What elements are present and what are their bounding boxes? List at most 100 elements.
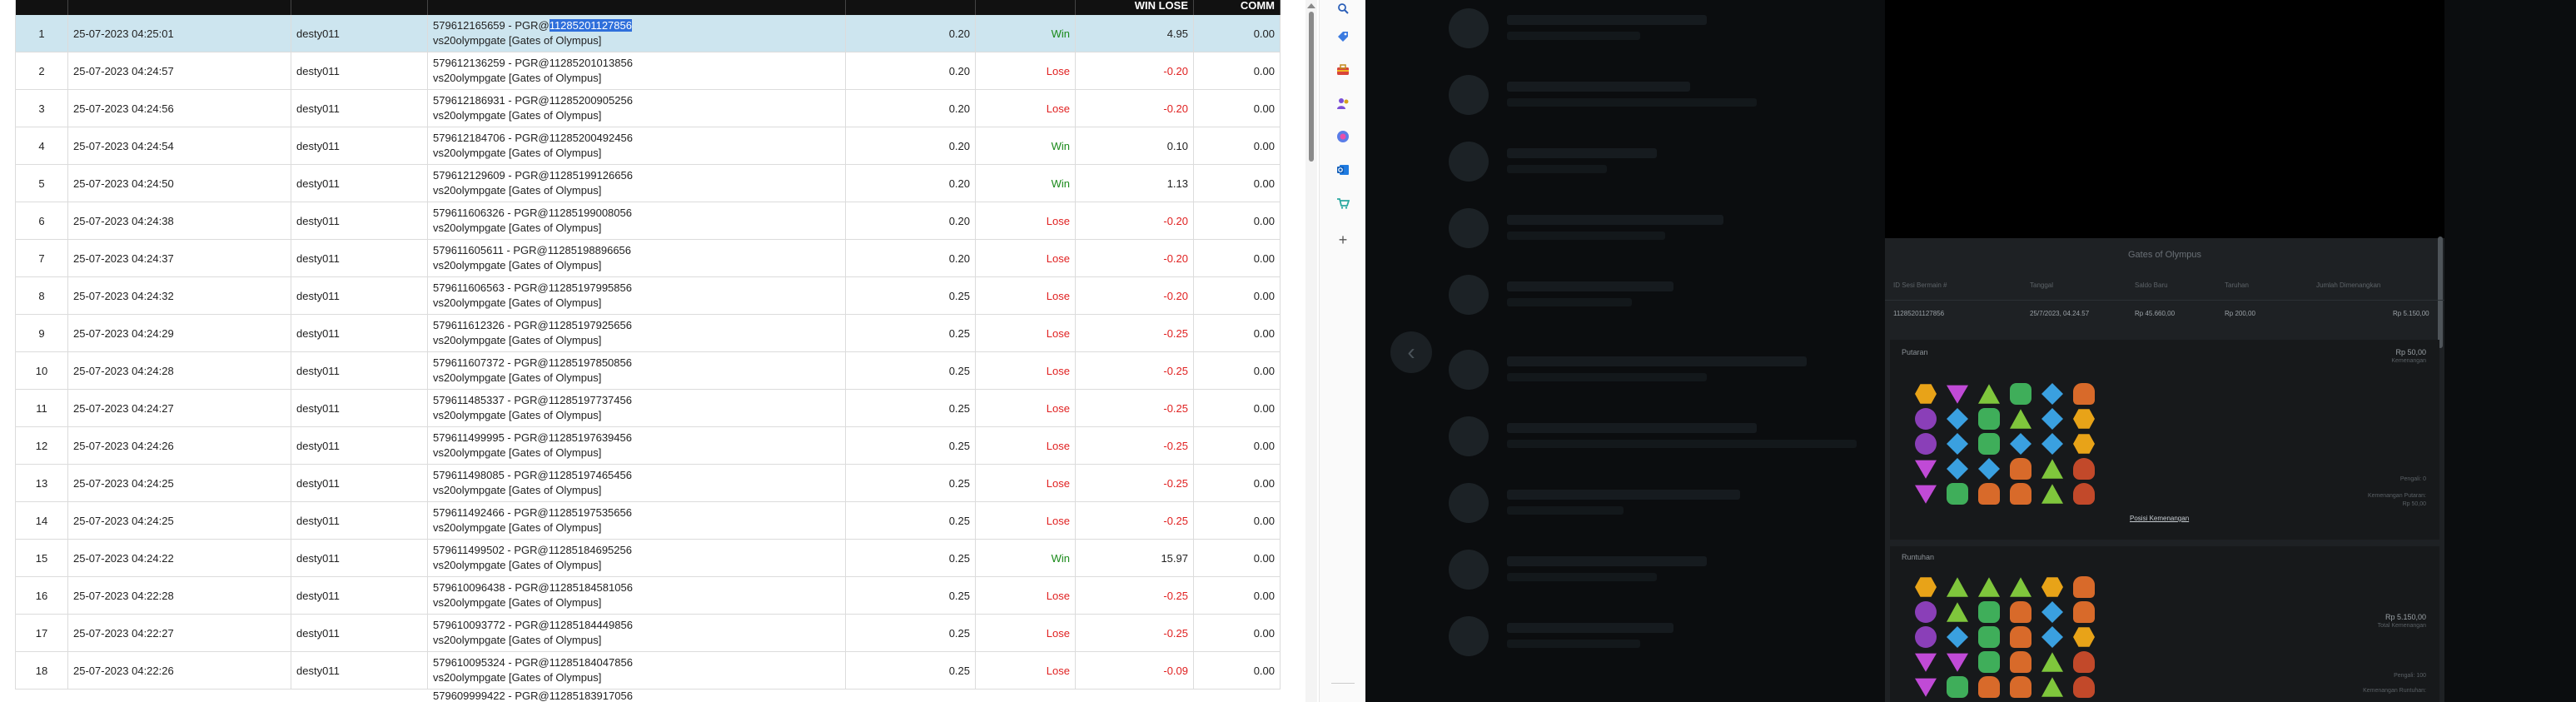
tumble-amount: Rp 5.150,00: [2385, 613, 2426, 621]
table-row[interactable]: 3 25-07-2023 04:24:56 desty011 579612186931…: [15, 90, 1281, 127]
table-row[interactable]: 1 25-07-2023 04:25:01 desty011 579612165659…: [15, 15, 1281, 52]
header-description[interactable]: [428, 0, 846, 15]
hourglass-icon: [2073, 676, 2095, 698]
cell-no: 10: [15, 352, 68, 389]
green-gem-icon: [2041, 652, 2063, 672]
table-row[interactable]: 18 25-07-2023 04:22:26 desty011 57961009532…: [15, 652, 1281, 690]
chalice-icon: [1947, 483, 1968, 505]
header-date[interactable]: [68, 0, 291, 15]
cell-description: 579612136259 - PGR@11285201013856 vs20oly…: [428, 52, 846, 89]
header-user[interactable]: [291, 0, 428, 15]
table-row[interactable]: 14 25-07-2023 04:24:25 desty011 57961149246…: [15, 502, 1281, 540]
table-row[interactable]: 12 25-07-2023 04:24:26 desty011 57961149999…: [15, 427, 1281, 465]
triangle-gem-icon: [1915, 653, 1937, 672]
toolbox-icon[interactable]: [1335, 62, 1351, 78]
copilot-icon[interactable]: [1335, 128, 1351, 145]
bet-id-prefix: 579611492466 - PGR@11285197535656: [433, 506, 632, 519]
spin-panel: Putaran Rp 50,00 Kemenangan Pengali: 0 K…: [1890, 340, 2439, 540]
plus-icon[interactable]: +: [1335, 232, 1351, 248]
cell-description: 579611499502 - PGR@11285184695256 vs20oly…: [428, 540, 846, 576]
cell-no: 4: [15, 127, 68, 164]
table-row[interactable]: 4 25-07-2023 04:24:54 desty011 579612184706…: [15, 127, 1281, 165]
table-row[interactable]: 2 25-07-2023 04:24:57 desty011 579612136259…: [15, 52, 1281, 90]
cell-result: Win: [976, 15, 1076, 52]
bet-id-prefix: 579611499502 - PGR@11285184695256: [433, 544, 632, 556]
scroll-up-arrow-icon[interactable]: [1307, 3, 1315, 8]
header-no[interactable]: [15, 0, 68, 15]
cell-win-lose: -0.20: [1076, 52, 1194, 89]
diamond-gem-icon: [1947, 458, 1968, 480]
selected-text[interactable]: 11285201127856: [549, 19, 632, 32]
cell-date: 25-07-2023 04:24:29: [68, 315, 291, 351]
table-row[interactable]: 17 25-07-2023 04:22:27 desty011 57961009377…: [15, 615, 1281, 652]
diamond-gem-icon: [2041, 433, 2063, 455]
scrollbar-thumb[interactable]: [1309, 12, 1314, 162]
table-row[interactable]: 10 25-07-2023 04:24:28 desty011 57961160737…: [15, 352, 1281, 390]
tag-icon[interactable]: [1335, 28, 1351, 45]
tumble-win-label: Kemenangan Runtuhan:: [2363, 688, 2426, 694]
bet-id-line: 579611607372 - PGR@11285197850856: [433, 356, 632, 371]
cell-result: Lose: [976, 352, 1076, 389]
table-row[interactable]: 15 25-07-2023 04:24:22 desty011 57961149950…: [15, 540, 1281, 577]
cell-bet: 0.25: [846, 352, 976, 389]
cell-comm: 0.00: [1194, 427, 1281, 464]
bet-id-prefix: 579611499995 - PGR@11285197639456: [433, 431, 632, 444]
cell-result: Lose: [976, 52, 1076, 89]
cell-result: Lose: [976, 577, 1076, 614]
table-row[interactable]: 16 25-07-2023 04:22:28 desty011 57961009643…: [15, 577, 1281, 615]
search-icon[interactable]: [1335, 0, 1351, 17]
game-name: vs20olympgate [Gates of Olympus]: [433, 521, 602, 534]
tumble-multiplier: Pengali: 100: [2394, 673, 2426, 679]
people-icon[interactable]: [1335, 95, 1351, 112]
cell-description: 579611607372 - PGR@11285197850856 vs20oly…: [428, 352, 846, 389]
carousel-prev-button[interactable]: ‹: [1390, 331, 1432, 373]
game-name: vs20olympgate [Gates of Olympus]: [433, 259, 602, 271]
cell-date: 25-07-2023 04:24:54: [68, 127, 291, 164]
cell-description: 579610095324 - PGR@11285184047856 vs20oly…: [428, 652, 846, 689]
table-row[interactable]: 11 25-07-2023 04:24:27 desty011 57961148533…: [15, 390, 1281, 427]
cell-description: 579611606326 - PGR@11285199008056 vs20oly…: [428, 202, 846, 239]
green-gem-icon: [2010, 409, 2031, 429]
table-row[interactable]: 9 25-07-2023 04:24:29 desty011 579611612326…: [15, 315, 1281, 352]
cell-win-lose: -0.25: [1076, 352, 1194, 389]
bet-id-line: 579611499995 - PGR@11285197639456: [433, 431, 632, 446]
cell-description: 579611612326 - PGR@11285197925656 vs20oly…: [428, 315, 846, 351]
diamond-gem-icon: [2041, 601, 2063, 623]
screen: WIN LOSE COMM 1 25-07-2023 04:25:01 desty0…: [0, 0, 2576, 702]
green-gem-icon: [2041, 484, 2063, 504]
header-comm[interactable]: COMM: [1194, 0, 1281, 15]
game-replay-area[interactable]: [1885, 0, 2444, 238]
game-round-detail-modal: Gates of Olympus ID Sesi Bermain # Tangg…: [1885, 0, 2444, 702]
table-row[interactable]: 8 25-07-2023 04:24:32 desty011 579611606563…: [15, 277, 1281, 315]
bet-id-line: 579612136259 - PGR@11285201013856: [433, 56, 633, 71]
cell-win-lose: -0.25: [1076, 615, 1194, 651]
cell-no: 14: [15, 502, 68, 539]
cell-description: 579612186931 - PGR@11285200905256 vs20oly…: [428, 90, 846, 127]
cell-user: desty011: [291, 15, 428, 52]
bet-id-line: 579611499502 - PGR@11285184695256: [433, 543, 632, 558]
table-row[interactable]: 13 25-07-2023 04:24:25 desty011 57961149808…: [15, 465, 1281, 502]
header-result[interactable]: [976, 0, 1076, 15]
table-row[interactable]: 5 25-07-2023 04:24:50 desty011 579612129609…: [15, 165, 1281, 202]
cell-description: 579611492466 - PGR@11285197535656 vs20oly…: [428, 502, 846, 539]
game-name: vs20olympgate [Gates of Olympus]: [433, 371, 602, 384]
table-row[interactable]: 7 25-07-2023 04:24:37 desty011 579611605611…: [15, 240, 1281, 277]
cell-win-lose: -0.25: [1076, 315, 1194, 351]
cell-comm: 0.00: [1194, 202, 1281, 239]
table-scrollbar[interactable]: [1305, 0, 1317, 702]
table-row-partial[interactable]: 579609999422 - PGR@11285183917056: [15, 690, 1281, 701]
cell-description: 579612184706 - PGR@11285200492456 vs20oly…: [428, 127, 846, 164]
green-gem-icon: [2010, 577, 2031, 597]
cell-description: 579611498085 - PGR@11285197465456 vs20oly…: [428, 465, 846, 501]
shopping-icon[interactable]: [1335, 195, 1351, 212]
winning-positions-link[interactable]: Posisi Kemenangan: [2130, 515, 2189, 522]
bet-id-line: 579610096438 - PGR@11285184581056: [433, 580, 633, 595]
outlook-icon[interactable]: [1335, 162, 1351, 178]
cell-date: 25-07-2023 04:24:25: [68, 502, 291, 539]
cell-user: desty011: [291, 127, 428, 164]
table-row[interactable]: 6 25-07-2023 04:24:38 desty011 579611606326…: [15, 202, 1281, 240]
crown-icon: [2073, 601, 2095, 623]
header-bet[interactable]: [846, 0, 976, 15]
cell-description: 579612165659 - PGR@11285201127856 vs20oly…: [428, 15, 846, 52]
header-win-lose[interactable]: WIN LOSE: [1076, 0, 1194, 15]
